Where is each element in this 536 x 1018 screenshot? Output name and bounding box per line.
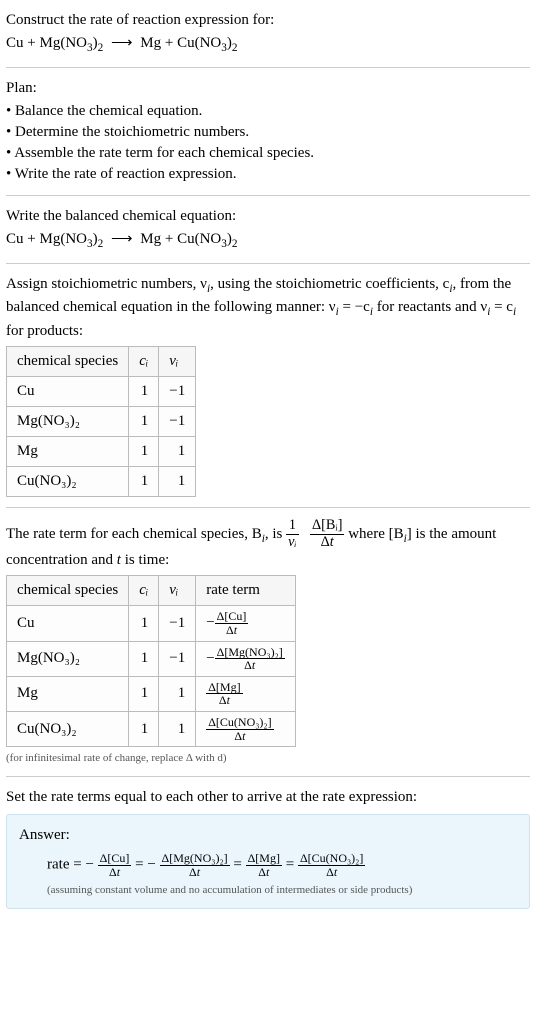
balanced-title: Write the balanced chemical equation: xyxy=(6,206,530,227)
divider xyxy=(6,195,530,196)
cell-vi: −1 xyxy=(159,377,196,407)
cell-ci: 1 xyxy=(129,437,159,467)
col-ci: cᵢ xyxy=(129,347,159,377)
cell-vi: 1 xyxy=(159,711,196,746)
reactant-cu: Cu xyxy=(6,35,24,51)
col-species: chemical species xyxy=(7,576,129,606)
cell-vi: 1 xyxy=(159,676,196,711)
fraction-mg: Δ[Mg]Δt xyxy=(246,852,282,878)
col-vi: νᵢ xyxy=(159,576,196,606)
rateterm-section: The rate term for each chemical species,… xyxy=(6,518,530,766)
cell-ci: 1 xyxy=(129,407,159,437)
fraction-cu: Δ[Cu]Δt xyxy=(98,852,132,878)
reactant-cu: Cu xyxy=(6,231,24,247)
cell-species: Mg xyxy=(7,437,129,467)
divider xyxy=(6,263,530,264)
plan-section: Plan: Balance the chemical equation. Det… xyxy=(6,78,530,185)
infinitesimal-note: (for infinitesimal rate of change, repla… xyxy=(6,751,530,766)
fraction-mgno3: Δ[Mg(NO₃)₂]Δt xyxy=(160,852,230,878)
plus: + xyxy=(165,35,177,51)
divider xyxy=(6,507,530,508)
table-row: Mg 1 1 Δ[Mg]Δt xyxy=(7,676,296,711)
cell-vi: −1 xyxy=(159,407,196,437)
table-row: Mg(NO₃)₂ 1 −1 −Δ[Mg(NO₃)₂]Δt xyxy=(7,641,296,676)
cell-rateterm: Δ[Mg]Δt xyxy=(196,676,296,711)
final-section: Set the rate terms equal to each other t… xyxy=(6,787,530,909)
assign-section: Assign stoichiometric numbers, νi, using… xyxy=(6,274,530,498)
cell-rateterm: −Δ[Mg(NO₃)₂]Δt xyxy=(196,641,296,676)
col-vi: νᵢ xyxy=(159,347,196,377)
reactant-mgno3: Mg(NO3)2 xyxy=(39,35,103,51)
cell-rateterm: Δ[Cu(NO₃)₂]Δt xyxy=(196,711,296,746)
divider xyxy=(6,67,530,68)
cell-vi: 1 xyxy=(159,467,196,497)
prompt-text: Construct the rate of reaction expressio… xyxy=(6,10,530,31)
cell-ci: 1 xyxy=(129,606,159,641)
prompt-section: Construct the rate of reaction expressio… xyxy=(6,10,530,57)
final-title: Set the rate terms equal to each other t… xyxy=(6,787,530,808)
table-header-row: chemical species cᵢ νᵢ xyxy=(7,347,196,377)
cell-vi: −1 xyxy=(159,641,196,676)
product-mg: Mg xyxy=(140,35,161,51)
cell-vi: −1 xyxy=(159,606,196,641)
table-header-row: chemical species cᵢ νᵢ rate term xyxy=(7,576,296,606)
col-ci: cᵢ xyxy=(129,576,159,606)
divider xyxy=(6,776,530,777)
plan-title: Plan: xyxy=(6,78,530,99)
answer-assumption: (assuming constant volume and no accumul… xyxy=(47,883,517,898)
cell-ci: 1 xyxy=(129,467,159,497)
plan-list: Balance the chemical equation. Determine… xyxy=(6,101,530,185)
plan-item: Determine the stoichiometric numbers. xyxy=(6,122,530,143)
cell-species: Cu xyxy=(7,377,129,407)
fraction-one-over-vi: 1 νᵢ xyxy=(286,518,299,550)
product-mg: Mg xyxy=(140,231,161,247)
cell-species: Cu(NO₃)₂ xyxy=(7,467,129,497)
cell-vi: 1 xyxy=(159,437,196,467)
table-row: Cu(NO₃)₂ 1 1 Δ[Cu(NO₃)₂]Δt xyxy=(7,711,296,746)
cell-species: Mg xyxy=(7,676,129,711)
table-row: Mg(NO₃)₂ 1 −1 xyxy=(7,407,196,437)
balanced-section: Write the balanced chemical equation: Cu… xyxy=(6,206,530,253)
plus: + xyxy=(165,231,177,247)
stoich-table: chemical species cᵢ νᵢ Cu 1 −1 Mg(NO₃)₂ … xyxy=(6,346,196,497)
cell-species: Mg(NO₃)₂ xyxy=(7,407,129,437)
col-rateterm: rate term xyxy=(196,576,296,606)
product-cuno3: Cu(NO3)2 xyxy=(177,231,237,247)
balanced-equation: Cu + Mg(NO3)2 ⟶ Mg + Cu(NO3)2 xyxy=(6,229,530,253)
plus: + xyxy=(27,231,39,247)
answer-rate-expression: rate = − Δ[Cu]Δt = − Δ[Mg(NO₃)₂]Δt = Δ[M… xyxy=(47,852,517,878)
cell-ci: 1 xyxy=(129,377,159,407)
table-row: Cu(NO₃)₂ 1 1 xyxy=(7,467,196,497)
cell-ci: 1 xyxy=(129,711,159,746)
cell-ci: 1 xyxy=(129,676,159,711)
cell-species: Mg(NO₃)₂ xyxy=(7,641,129,676)
table-row: Cu 1 −1 xyxy=(7,377,196,407)
plan-item: Write the rate of reaction expression. xyxy=(6,164,530,185)
table-row: Mg 1 1 xyxy=(7,437,196,467)
product-cuno3: Cu(NO3)2 xyxy=(177,35,237,51)
cell-rateterm: −Δ[Cu]Δt xyxy=(196,606,296,641)
cell-species: Cu xyxy=(7,606,129,641)
cell-species: Cu(NO₃)₂ xyxy=(7,711,129,746)
fraction-cuno3: Δ[Cu(NO₃)₂]Δt xyxy=(298,852,365,878)
plan-item: Assemble the rate term for each chemical… xyxy=(6,143,530,164)
cell-ci: 1 xyxy=(129,641,159,676)
assign-text: Assign stoichiometric numbers, νi, using… xyxy=(6,276,516,340)
plus: + xyxy=(27,35,39,51)
table-row: Cu 1 −1 −Δ[Cu]Δt xyxy=(7,606,296,641)
answer-box: Answer: rate = − Δ[Cu]Δt = − Δ[Mg(NO₃)₂]… xyxy=(6,814,530,909)
arrow-icon: ⟶ xyxy=(107,35,137,51)
plan-item: Balance the chemical equation. xyxy=(6,101,530,122)
rateterm-table: chemical species cᵢ νᵢ rate term Cu 1 −1… xyxy=(6,575,296,747)
arrow-icon: ⟶ xyxy=(107,231,137,247)
reactant-mgno3: Mg(NO3)2 xyxy=(39,231,103,247)
rateterm-text: The rate term for each chemical species,… xyxy=(6,526,496,569)
fraction-dbi-dt: Δ[Bᵢ] Δt xyxy=(310,518,345,550)
answer-label: Answer: xyxy=(19,825,517,846)
reaction-equation: Cu + Mg(NO3)2 ⟶ Mg + Cu(NO3)2 xyxy=(6,33,530,57)
col-species: chemical species xyxy=(7,347,129,377)
